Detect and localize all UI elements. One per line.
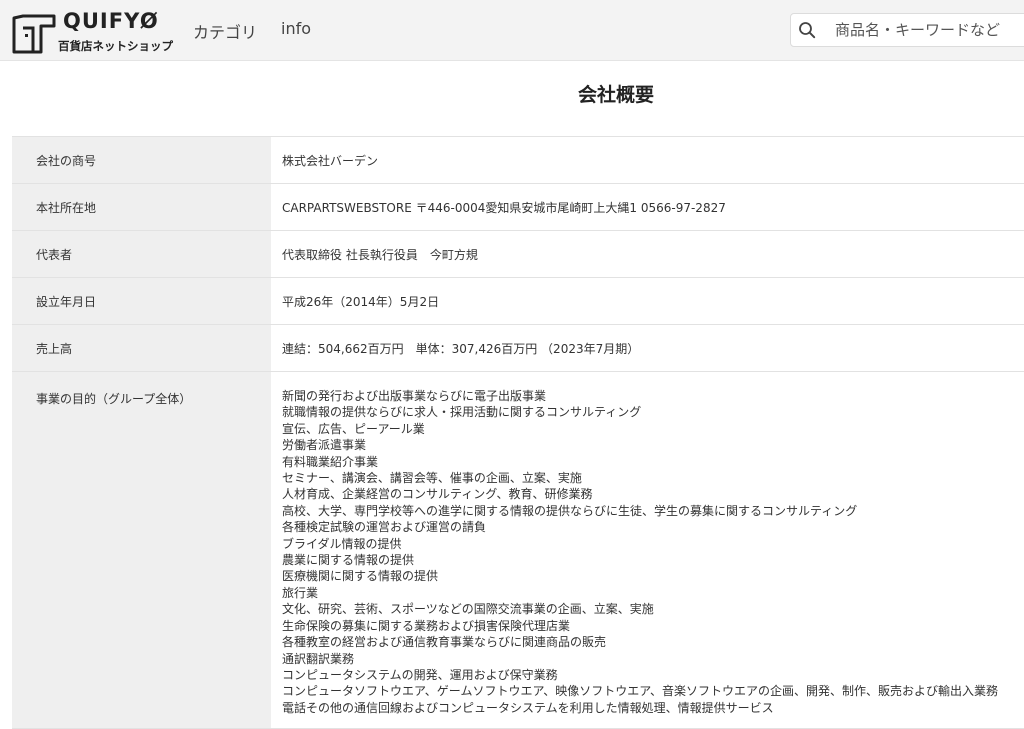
- row-label: 事業の目的（グループ全体）: [12, 372, 271, 729]
- nav-category[interactable]: カテゴリ: [193, 19, 257, 43]
- purpose-item: ブライダル情報の提供: [282, 536, 402, 551]
- purpose-item: 高校、大学、専門学校等への進学に関する情報の提供ならびに生徒、学生の募集に関する…: [282, 503, 858, 518]
- purpose-item: 農業に関する情報の提供: [282, 553, 415, 568]
- purpose-item: 各種教室の経営および通信教育事業ならびに関連商品の販売: [282, 635, 607, 650]
- purpose-item: コンピュータソフトウエア、ゲームソフトウエア、映像ソフトウエア、音楽ソフトウエア…: [282, 684, 999, 699]
- site-logo[interactable]: QUIFYØ 百貨店ネットショップ: [11, 9, 181, 55]
- purpose-item: セミナー、講演会、講習会等、催事の企画、立案、実施: [282, 471, 582, 486]
- table-row: 売上高 連結：504,662百万円 単体：307,426百万円 （2023年7月…: [12, 325, 1024, 372]
- purpose-item: 人材育成、企業経営のコンサルティング、教育、研修業務: [282, 487, 593, 502]
- row-label: 売上高: [12, 325, 271, 371]
- table-row-purpose: 事業の目的（グループ全体） 新聞の発行および出版事業ならびに電子出版事業 就職情…: [12, 372, 1024, 729]
- row-value: 平成26年（2014年）5月2日: [282, 294, 440, 309]
- purpose-item: 電話その他の通信回線およびコンピュータシステムを利用した情報処理、情報提供サービ…: [282, 700, 774, 715]
- row-label: 設立年月日: [12, 278, 271, 324]
- purpose-item: 旅行業: [282, 585, 319, 600]
- row-value: CARPARTSWEBSTORE 〒446-0004愛知県安城市尾崎町上大縄1 …: [282, 200, 726, 215]
- logo-door-icon: [12, 14, 56, 54]
- purpose-item: 文化、研究、芸術、スポーツなどの国際交流事業の企画、立案、実施: [282, 602, 654, 617]
- company-info-table: 会社の商号 株式会社バーデン 本社所在地 CARPARTSWEBSTORE 〒4…: [12, 136, 1024, 729]
- row-value: 連結：504,662百万円 単体：307,426百万円 （2023年7月期）: [282, 341, 640, 356]
- site-header: QUIFYØ 百貨店ネットショップ カテゴリ info: [0, 0, 1024, 61]
- row-label: 会社の商号: [12, 137, 271, 183]
- table-row: 本社所在地 CARPARTSWEBSTORE 〒446-0004愛知県安城市尾崎…: [12, 184, 1024, 231]
- purpose-item: 宣伝、広告、ピーアール業: [282, 421, 425, 436]
- search-input[interactable]: [835, 17, 1024, 43]
- logo-wordmark: QUIFYØ: [63, 9, 159, 33]
- purpose-item: 就職情報の提供ならびに求人・採用活動に関するコンサルティング: [282, 405, 642, 420]
- row-label: 本社所在地: [12, 184, 271, 230]
- purpose-item: 生命保険の募集に関する業務および損害保険代理店業: [282, 618, 571, 633]
- nav-info[interactable]: info: [281, 19, 311, 38]
- table-row: 代表者 代表取締役 社長執行役員 今町方規: [12, 231, 1024, 278]
- row-label: 代表者: [12, 231, 271, 277]
- search-box: [790, 13, 1024, 47]
- table-row: 会社の商号 株式会社バーデン: [12, 137, 1024, 184]
- purpose-list: 新聞の発行および出版事業ならびに電子出版事業 就職情報の提供ならびに求人・採用活…: [271, 372, 1024, 728]
- purpose-item: コンピュータシステムの開発、運用および保守業務: [282, 667, 558, 682]
- row-value: 代表取締役 社長執行役員 今町方規: [282, 247, 478, 262]
- purpose-item: 有料職業紹介事業: [282, 454, 379, 469]
- logo-tagline: 百貨店ネットショップ: [58, 39, 173, 53]
- purpose-item: 通訳翻訳業務: [282, 651, 355, 666]
- table-row: 設立年月日 平成26年（2014年）5月2日: [12, 278, 1024, 325]
- page-title: 会社概要: [577, 84, 654, 106]
- purpose-item: 医療機関に関する情報の提供: [282, 569, 439, 584]
- purpose-item: 各種検定試験の運営および運営の請負: [282, 520, 487, 535]
- purpose-item: 新聞の発行および出版事業ならびに電子出版事業: [282, 389, 547, 403]
- row-value: 株式会社バーデン: [282, 153, 379, 168]
- purpose-item: 労働者派遣事業: [282, 438, 367, 453]
- search-icon[interactable]: [798, 21, 816, 39]
